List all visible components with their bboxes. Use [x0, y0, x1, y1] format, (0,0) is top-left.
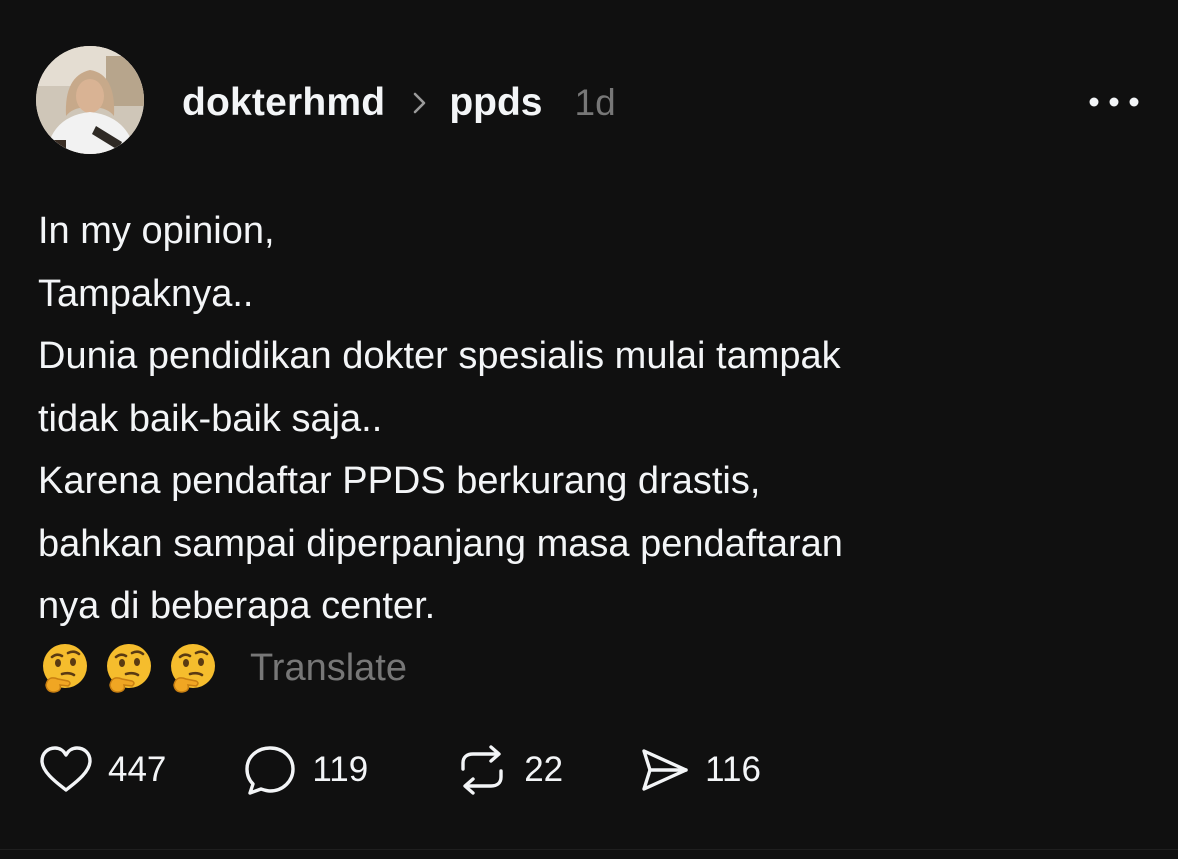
share-count: 116 — [705, 750, 761, 789]
chevron-right-icon — [413, 91, 427, 115]
post-line: Dunia pendidikan dokter spesialis mulai … — [38, 335, 841, 377]
post-body: In my opinion, Tampaknya.. Dunia pendidi… — [38, 200, 1138, 638]
like-button[interactable]: 447 — [38, 745, 166, 795]
send-icon — [642, 749, 688, 791]
like-count: 447 — [108, 750, 167, 789]
heart-icon — [40, 746, 92, 792]
post-line: tidak baik-baik saja.. — [38, 397, 383, 440]
thinking-face-emoji — [43, 644, 87, 693]
thinking-face-emoji — [171, 644, 215, 693]
post-line: bahkan sampai diperpanjang masa pendafta… — [38, 522, 843, 565]
post-actions: 447 119 22 116 — [38, 742, 761, 798]
share-button[interactable]: 116 — [639, 745, 761, 795]
post-header: dokterhmd ppds 1d — [182, 78, 616, 128]
repost-icon — [461, 745, 503, 795]
divider — [0, 849, 1178, 850]
post-line: Tampaknya.. — [38, 272, 254, 315]
post-line: nya di beberapa center. — [38, 585, 436, 627]
thinking-face-emoji — [107, 644, 151, 693]
avatar[interactable] — [36, 46, 144, 154]
thread-post: dokterhmd ppds 1d In my opinion, Tampakn… — [0, 0, 1178, 859]
post-line: Karena pendaftar PPDS berkurang drastis, — [38, 460, 761, 502]
avatar-photo — [36, 46, 144, 154]
speech-bubble-icon — [245, 746, 296, 795]
repost-button[interactable]: 22 — [454, 743, 563, 797]
post-timestamp: 1d — [574, 82, 616, 123]
topic-tag[interactable]: ppds — [449, 81, 542, 125]
post-line: In my opinion, — [38, 210, 275, 252]
more-dots-icon[interactable] — [1086, 90, 1142, 114]
author-username[interactable]: dokterhmd — [182, 81, 385, 125]
emoji-row: Translate — [38, 640, 407, 696]
reply-count: 119 — [312, 750, 369, 789]
translate-link[interactable]: Translate — [250, 647, 407, 690]
reply-button[interactable]: 119 — [242, 743, 368, 797]
repost-count: 22 — [524, 750, 564, 789]
